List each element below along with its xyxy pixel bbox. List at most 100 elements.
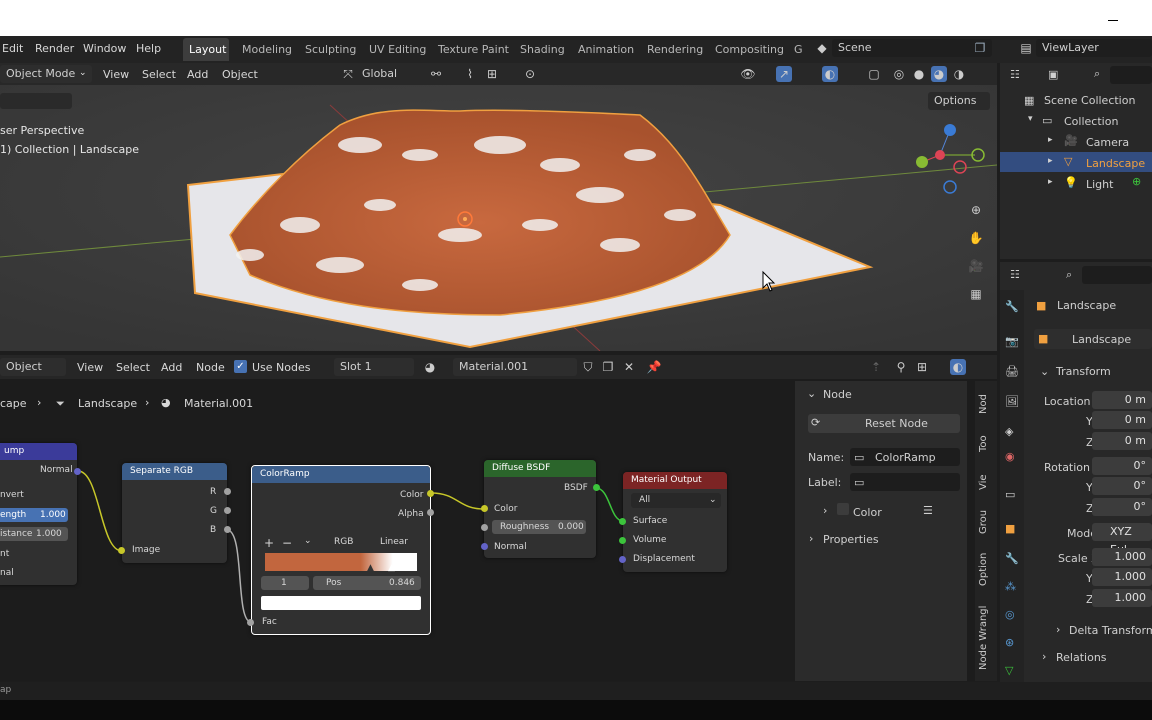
vp-menu-object[interactable]: Object [222,68,258,81]
socket[interactable] [427,509,434,516]
add-stop-button[interactable]: + [264,536,274,550]
tab-geometry[interactable]: G [794,43,803,56]
node-menu-add[interactable]: Add [161,361,182,374]
vp-menu-view[interactable]: View [103,68,129,81]
object-icon[interactable]: ■ [1005,522,1015,535]
snap-icon[interactable]: ⌇ [462,66,478,82]
separate-rgb-node[interactable]: Separate RGB R G B Image [122,463,227,563]
node-menu-node[interactable]: Node [196,361,225,374]
slot-dropdown[interactable]: Slot 1 [334,358,414,376]
socket[interactable] [619,537,626,544]
expand-arrow-icon[interactable]: ▾ [1028,114,1033,124]
socket[interactable] [481,543,488,550]
orientation-dropdown[interactable]: Global [356,65,420,83]
ramp-stop-handle[interactable]: ▲ [367,563,374,573]
output-icon[interactable]: 🖨 [1005,365,1019,378]
overlay-icon[interactable]: ◐ [822,66,838,82]
node-object-dropdown[interactable]: Object [0,358,66,376]
zoom-icon[interactable]: ⊕ [968,202,984,218]
relations-header[interactable]: Relations [1056,651,1107,664]
outliner-editor-icon[interactable]: ☷ [1010,68,1020,81]
unlink-close-icon[interactable]: ✕ [621,359,637,375]
rotation-y-field[interactable]: 0° [1092,477,1152,495]
view-layer-icon[interactable]: ▤ [1018,40,1034,56]
copy-scene-icon[interactable]: ❐ [972,40,988,56]
socket[interactable] [118,547,125,554]
material-shading-icon[interactable]: ◕ [931,66,947,82]
tab-uv-editing[interactable]: UV Editing [369,43,426,56]
minimize-icon[interactable] [1108,20,1118,21]
color-mode-dropdown[interactable]: RGB [334,537,353,547]
scene-icon[interactable]: ◆ [814,40,830,56]
proportional-icon[interactable]: ⊙ [522,66,538,82]
chevron-right-icon[interactable]: › [1042,650,1046,663]
tool-icon[interactable]: 🔧 [1005,300,1019,313]
rotation-z-field[interactable]: 0° [1092,498,1152,516]
rotation-x-field[interactable]: 0° [1092,457,1152,475]
bump-node[interactable]: ump Normal nvert ength 1.000 istance 1.0… [0,443,77,585]
outliner-item-camera[interactable]: Camera [1086,136,1129,149]
chevron-down-icon[interactable]: ⌄ [807,387,816,400]
interpolation-dropdown[interactable]: Linear [380,537,408,547]
chevron-down-icon[interactable]: ⌄ [1040,365,1049,378]
search-icon[interactable]: ⌕ [1066,268,1072,282]
socket[interactable] [619,556,626,563]
rendered-shading-icon[interactable]: ◑ [951,66,967,82]
material-sphere-icon[interactable]: ◕ [422,359,438,375]
node-label-field[interactable] [850,473,960,491]
search-icon[interactable]: ⌕ [1094,67,1100,81]
ramp-stop-handle-active[interactable]: ▲ [388,563,395,573]
color-subpanel[interactable]: Color [853,506,882,519]
chevron-right-icon[interactable]: › [1056,623,1060,636]
socket[interactable] [427,490,434,497]
display-mode-icon[interactable]: ▣ [1048,68,1058,81]
node-menu-select[interactable]: Select [116,361,150,374]
colorramp-node[interactable]: ColorRamp Color Alpha + − ⌄ RGB Linear ▲… [251,465,431,635]
properties-search-input[interactable] [1082,266,1152,284]
chevron-down-icon[interactable]: ⌄ [304,536,312,546]
select-mode-buttons[interactable] [0,93,72,109]
tab-layout[interactable]: Layout [189,43,226,56]
modifier-wrench-icon[interactable]: 🔧 [1005,552,1019,565]
tab-node[interactable]: Nod [978,391,994,417]
tab-animation[interactable]: Animation [578,43,634,56]
remove-stop-button[interactable]: − [282,536,292,550]
stop-color-swatch[interactable] [261,596,421,610]
tab-node-wrangler[interactable]: Node Wrangl [978,603,994,673]
tab-group[interactable]: Grou [978,507,994,537]
collection-icon[interactable]: ▭ [1005,488,1015,501]
snap-target-icon[interactable]: ⊞ [484,66,500,82]
collection-label[interactable]: Collection [1064,115,1118,128]
location-y-field[interactable]: 0 m [1092,411,1152,429]
particles-icon[interactable]: ⁂ [1005,580,1016,593]
socket[interactable] [593,484,600,491]
diffuse-header[interactable]: Diffuse BSDF [484,460,596,477]
vp-menu-add[interactable]: Add [187,68,208,81]
diffuse-bsdf-node[interactable]: Diffuse BSDF BSDF Color Roughness 0.000 … [484,460,596,558]
rotation-mode-dropdown[interactable]: XYZ Eul [1092,523,1152,556]
delta-transform-header[interactable]: Delta Transform [1069,624,1152,637]
colorramp-header[interactable]: ColorRamp [252,466,430,483]
outliner-item-light[interactable]: Light [1086,178,1113,191]
expand-arrow-icon[interactable]: ▸ [1048,135,1053,145]
list-icon[interactable]: ☰ [923,504,933,517]
wireframe-shading-icon[interactable]: ◎ [891,66,907,82]
hand-pan-icon[interactable]: ✋ [968,230,984,246]
tab-modeling[interactable]: Modeling [242,43,292,56]
tab-shading[interactable]: Shading [520,43,565,56]
options-dropdown[interactable]: Options [928,92,990,110]
expand-arrow-icon[interactable]: ▸ [1048,177,1053,187]
socket[interactable] [481,524,488,531]
location-x-field[interactable]: 0 m [1092,391,1152,409]
chevron-right-icon[interactable]: › [809,532,813,545]
pin-icon[interactable]: 📌 [646,359,662,375]
parent-node-icon[interactable]: ⇡ [868,359,884,375]
tab-tool[interactable]: Too [978,431,994,457]
socket[interactable] [224,507,231,514]
camera-view-icon[interactable]: 🎥 [968,258,984,274]
view-layer-selector[interactable]: ViewLayer [1036,39,1152,57]
transform-section-header[interactable]: Transform [1056,365,1111,378]
solid-shading-icon[interactable]: ● [911,66,927,82]
outliner-search-input[interactable] [1110,66,1152,84]
node-menu-view[interactable]: View [77,361,103,374]
